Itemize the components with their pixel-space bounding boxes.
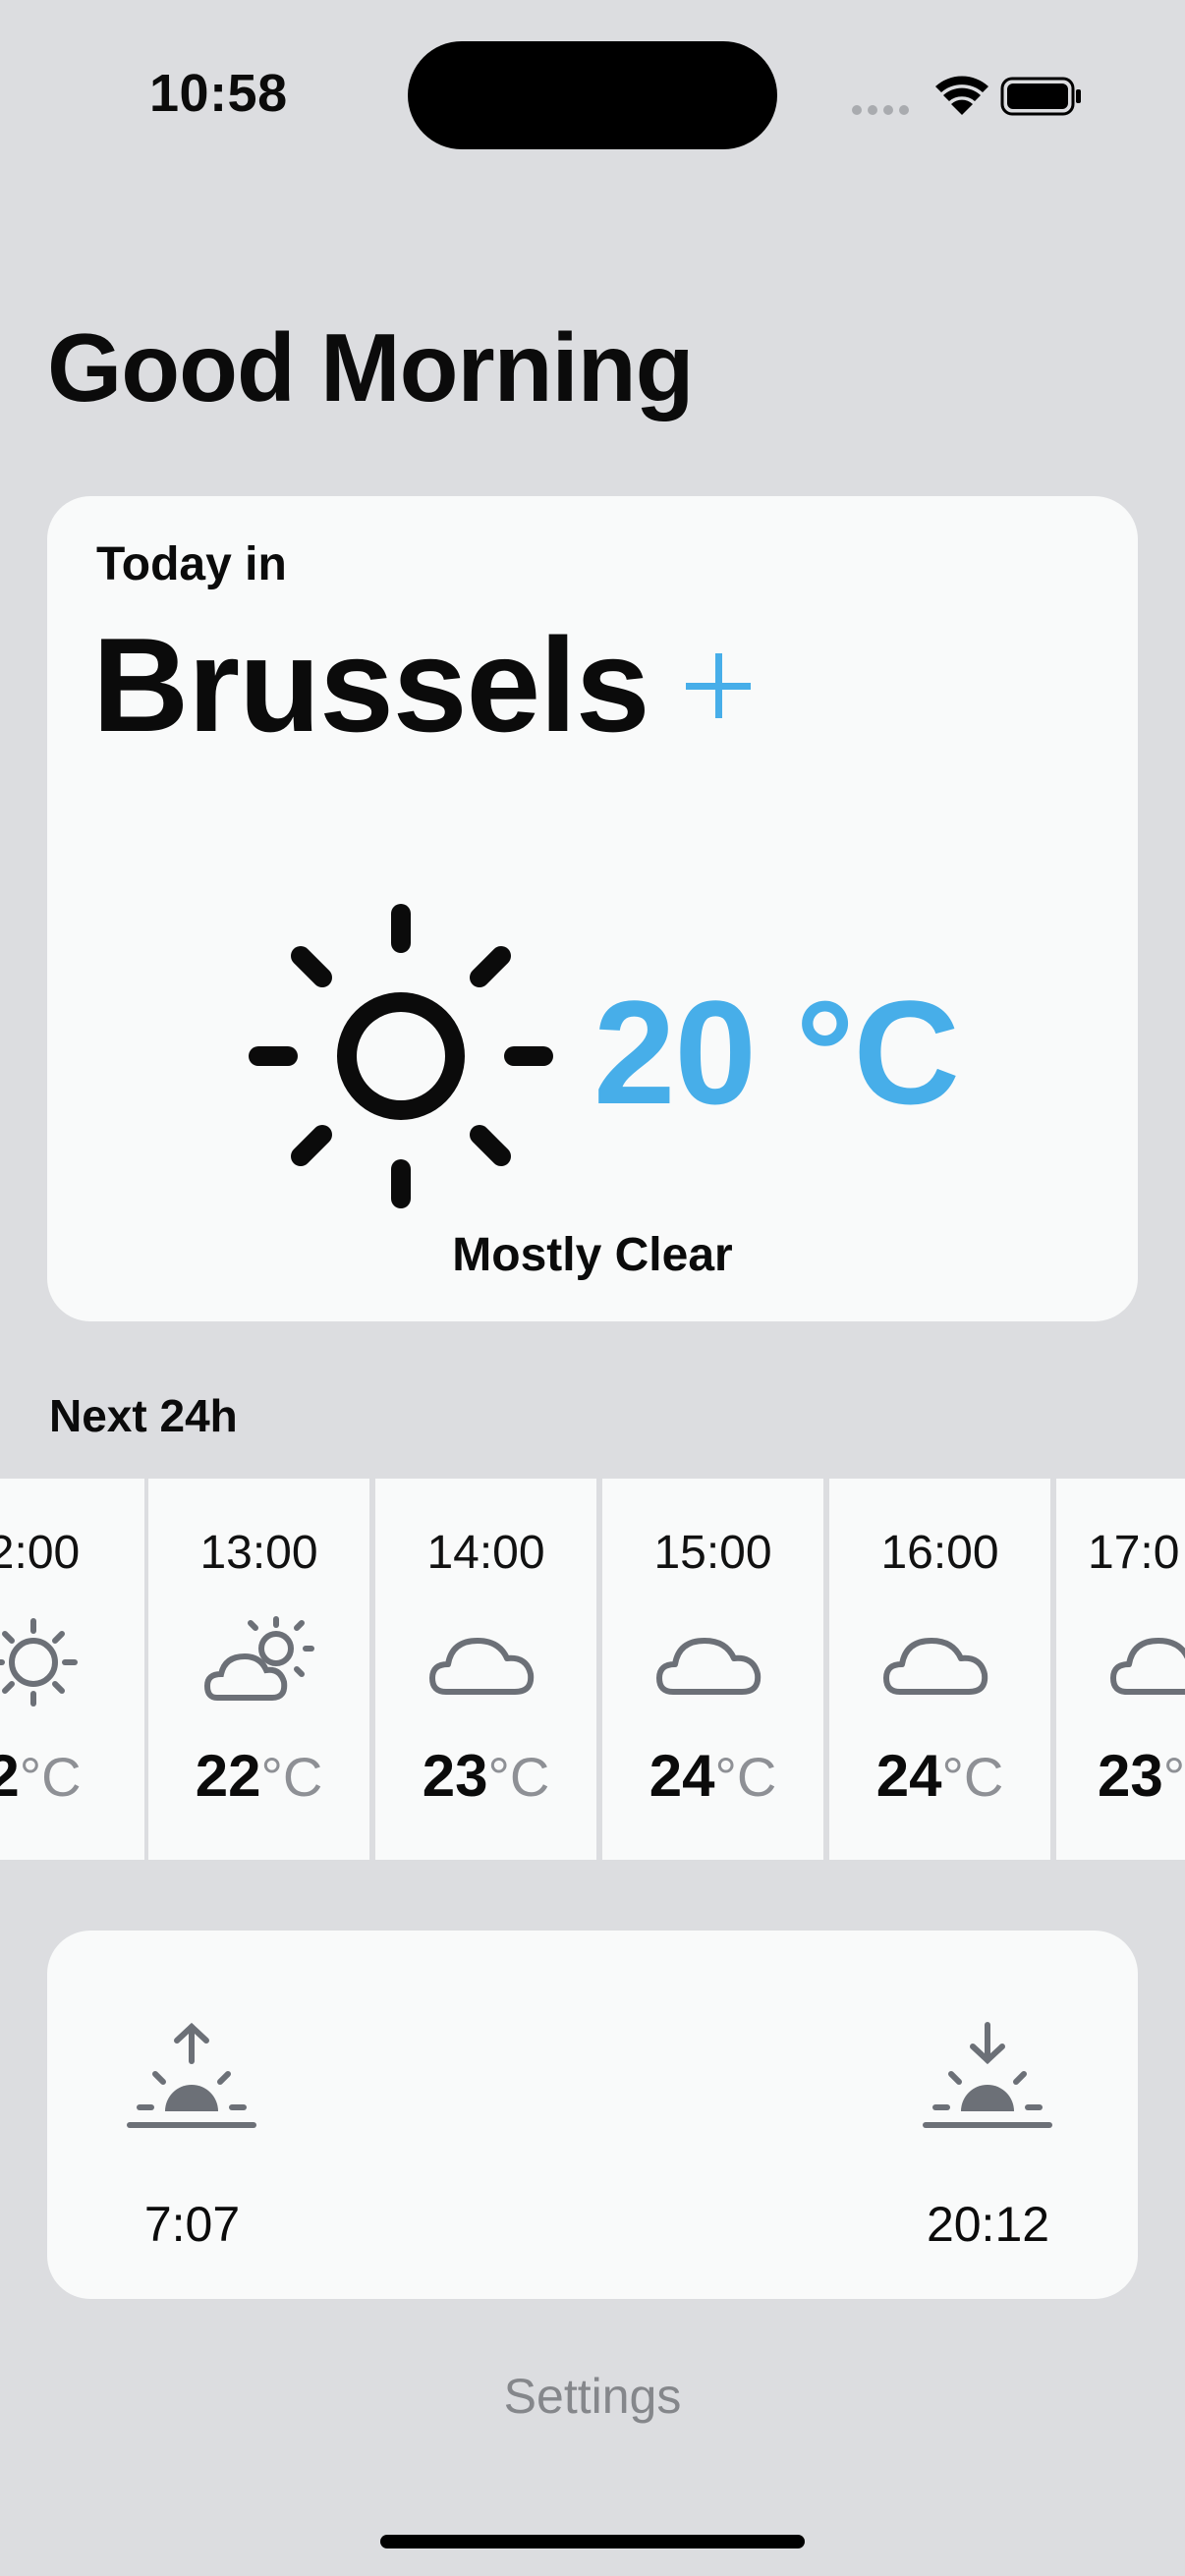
settings-button[interactable]: Settings [0, 2368, 1185, 2425]
partly-cloudy-icon [203, 1616, 314, 1701]
sunset-time: 20:12 [926, 2197, 1050, 2252]
today-label: Today in [96, 538, 287, 590]
hour-card: 17:0 23° [1056, 1479, 1185, 1860]
greeting-title: Good Morning [47, 313, 694, 421]
city-name: Brussels [92, 610, 650, 759]
cloud-icon [429, 1638, 535, 1695]
hour-temperature: 24°C [875, 1743, 1004, 1809]
hour-temperature: 22°C [195, 1743, 323, 1809]
cellular-signal-icon [852, 105, 909, 115]
sun-icon [249, 904, 553, 1208]
today-card: Today in Brussels 20 °C Mostly Clear [47, 496, 1138, 1321]
sunset-icon [923, 2022, 1052, 2128]
hour-time: 16:00 [880, 1527, 999, 1579]
hour-temperature: 23°C [422, 1743, 550, 1809]
hour-temperature: 23° [1098, 1743, 1185, 1809]
sun-times-card: 7:07 20:12 [47, 1931, 1138, 2299]
cloud-icon [656, 1638, 762, 1695]
hour-time: 13:00 [199, 1527, 318, 1579]
sun-icon [0, 1618, 78, 1707]
hour-temperature: 24°C [649, 1743, 777, 1809]
plus-icon [685, 653, 751, 718]
add-city-button[interactable] [679, 645, 758, 724]
weather-screen: 10:58 Good Morning Today in Brussels 20 … [0, 0, 1185, 2576]
hourly-forecast-strip[interactable]: 2:00 2°C 13:00 22°C 14:00 23°C 15:00 24°… [0, 1479, 1185, 1860]
hour-time: 15:00 [653, 1527, 772, 1579]
status-icons [847, 71, 1083, 122]
hour-card: 15:00 24°C [602, 1479, 823, 1860]
status-time: 10:58 [149, 64, 288, 123]
next-24h-label: Next 24h [49, 1390, 238, 1441]
hour-temperature: 2°C [0, 1743, 82, 1809]
sunrise-icon [127, 2022, 256, 2128]
hour-time: 14:00 [426, 1527, 545, 1579]
cloud-icon [883, 1638, 988, 1695]
current-temperature: 20 °C [593, 970, 960, 1135]
cloud-icon [1110, 1638, 1185, 1695]
battery-icon [1000, 77, 1081, 116]
city-row: Brussels [92, 606, 758, 763]
hour-card: 13:00 22°C [148, 1479, 369, 1860]
weather-condition: Mostly Clear [452, 1229, 733, 1281]
hour-time: 17:0 [1088, 1527, 1180, 1579]
hour-time: 2:00 [0, 1527, 81, 1579]
sunrise-time: 7:07 [143, 2197, 241, 2252]
home-indicator[interactable] [380, 2535, 805, 2548]
dynamic-island [408, 41, 777, 149]
wifi-icon [935, 76, 988, 115]
hour-card: 14:00 23°C [375, 1479, 596, 1860]
hour-card: 2:00 2°C [0, 1479, 144, 1860]
hour-card: 16:00 24°C [829, 1479, 1050, 1860]
